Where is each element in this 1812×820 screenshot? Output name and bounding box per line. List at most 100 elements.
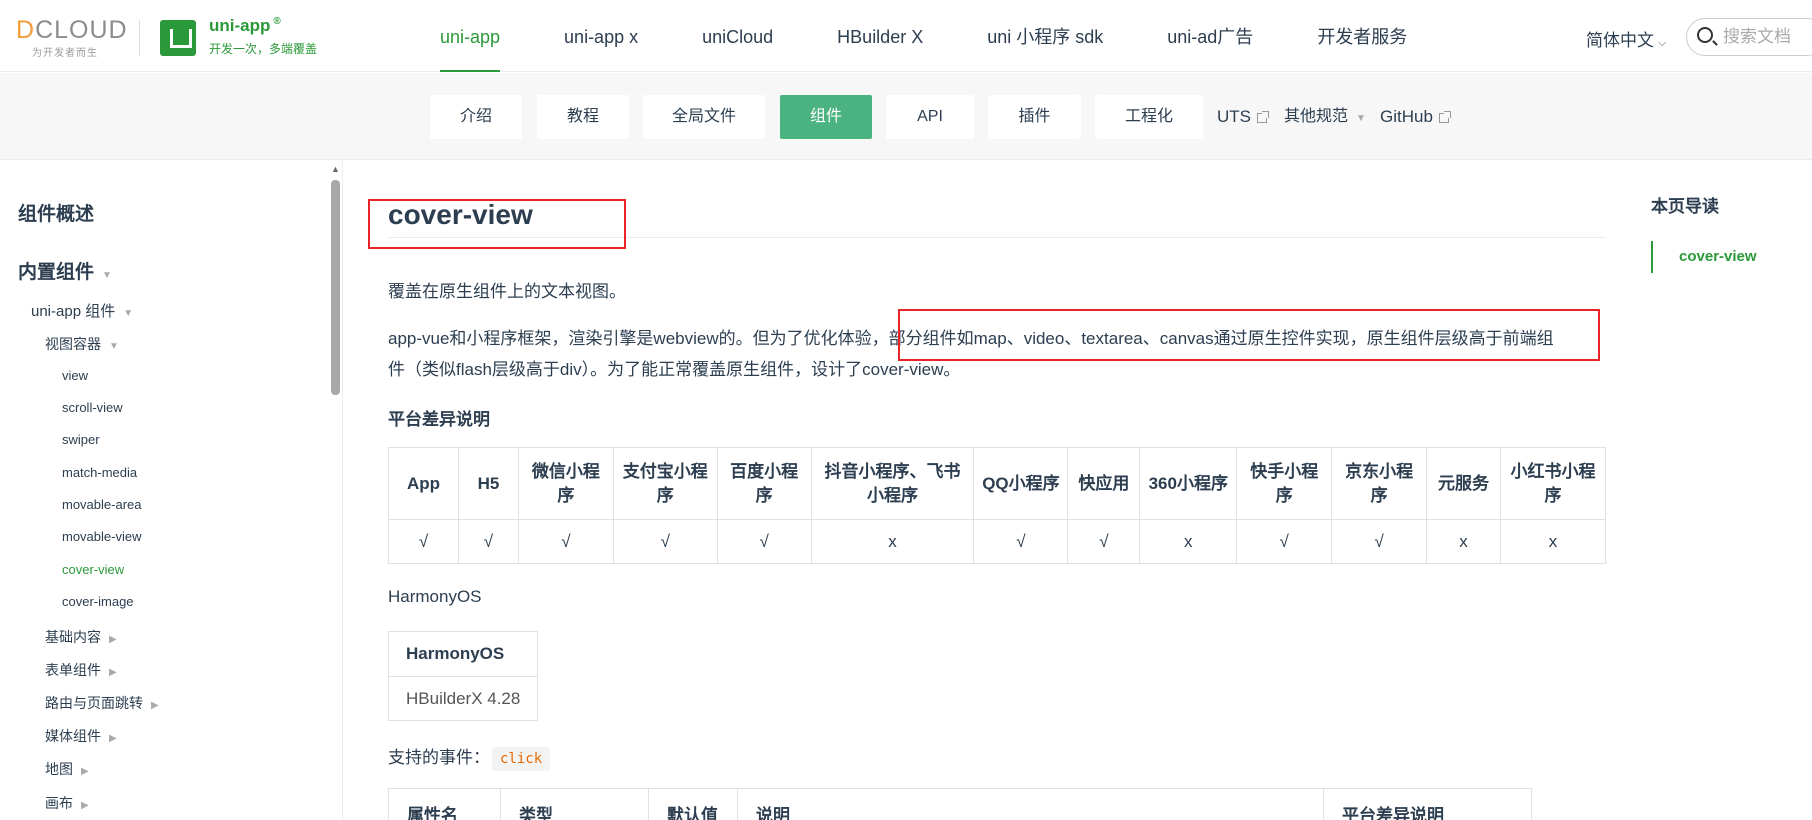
sidebar-group-media[interactable]: 媒体组件 ▶ [45, 726, 117, 746]
sidebar: 组件概述 内置组件 ▼ uni-app 组件 ▼ 视图容器 ▼ view scroll… [0, 161, 343, 820]
tab-plugins[interactable]: 插件 [988, 95, 1081, 139]
nav-hbuilderx[interactable]: HBuilder X [837, 0, 923, 72]
search-icon [1697, 27, 1713, 43]
sidebar-item-overview[interactable]: 组件概述 [18, 199, 94, 226]
table-header-cell: 平台差异说明 [1323, 788, 1532, 820]
table-cell: √ [517, 519, 614, 564]
nav-developer-services[interactable]: 开发者服务 [1317, 0, 1407, 72]
table-header-cell: 小红书小程序 [1500, 447, 1606, 520]
top-header: DCLOUD 为开发者而生 uni-app ® 开发一次，多端覆盖 uni-app… [0, 0, 1812, 72]
platform-support-table: App H5 微信小程序 支付宝小程序 百度小程序 抖音小程序、飞书小程序 QQ… [388, 447, 1606, 564]
search-box[interactable] [1686, 18, 1812, 56]
sidebar-item-view[interactable]: view [62, 368, 88, 383]
table-header-cell: H5 [457, 447, 519, 520]
sidebar-group-map[interactable]: 地图 ▶ [45, 759, 89, 779]
table-cell: √ [457, 519, 519, 564]
dropdown-other-specs[interactable]: 其他规范 ▼ [1284, 95, 1366, 139]
table-cell: √ [388, 519, 459, 564]
nav-unicloud[interactable]: uniCloud [702, 0, 773, 72]
supported-events: 支持的事件： click [388, 743, 551, 771]
table-cell: √ [1331, 519, 1428, 564]
uni-app-logo-icon[interactable] [160, 20, 196, 56]
dcloud-slogan: 为开发者而生 [32, 48, 98, 59]
table-cell: √ [612, 519, 718, 564]
scroll-up-arrow-icon[interactable]: ▲ [331, 164, 340, 174]
sidebar-item-cover-view[interactable]: cover-view [62, 562, 124, 577]
search-input[interactable] [1723, 26, 1812, 48]
table-header-cell: 属性名 [388, 788, 501, 820]
tab-intro[interactable]: 介绍 [430, 95, 522, 139]
sidebar-item-movable-view[interactable]: movable-view [62, 529, 141, 544]
toc-active-indicator [1651, 241, 1653, 273]
nav-uni-app-x[interactable]: uni-app x [564, 0, 638, 72]
table-cell: √ [716, 519, 812, 564]
sidebar-group-basic-content[interactable]: 基础内容 ▶ [45, 627, 117, 647]
external-link-icon [1438, 111, 1451, 123]
table-row: HBuilderX 4.28 [387, 676, 539, 721]
table-header-cell: HarmonyOS [387, 631, 539, 677]
table-header-cell: 360小程序 [1139, 447, 1238, 520]
link-github[interactable]: GitHub [1380, 95, 1451, 139]
table-cell: √ [1067, 519, 1141, 564]
sidebar-group-builtin[interactable]: 内置组件 ▼ [18, 257, 112, 284]
table-header-cell: 元服务 [1426, 447, 1501, 520]
sidebar-item-match-media[interactable]: match-media [62, 465, 137, 480]
product-title[interactable]: uni-app ® [209, 16, 281, 36]
table-row: √ √ √ √ √ x √ √ x √ √ x x [388, 519, 1606, 564]
table-cell: x [1139, 519, 1238, 564]
caret-down-icon: ▼ [1356, 113, 1366, 124]
sidebar-scrollbar[interactable] [331, 180, 340, 395]
caret-down-icon: ▼ [102, 270, 112, 281]
sidebar-item-movable-area[interactable]: movable-area [62, 497, 142, 512]
tab-global-files[interactable]: 全局文件 [643, 95, 765, 139]
nav-uni-ad[interactable]: uni-ad广告 [1167, 0, 1253, 72]
table-cell: √ [1236, 519, 1333, 564]
dcloud-logo[interactable]: DCLOUD 为开发者而生 [16, 14, 127, 59]
sub-nav: 介绍 教程 全局文件 组件 API 插件 工程化 UTS 其他规范 ▼ GitHu… [0, 73, 1812, 160]
sidebar-group-navigation[interactable]: 路由与页面跳转 ▶ [45, 693, 159, 713]
table-header-cell: 百度小程序 [716, 447, 812, 520]
tab-tutorial[interactable]: 教程 [537, 95, 629, 139]
table-cell: √ [973, 519, 1069, 564]
caret-right-icon: ▶ [109, 667, 117, 678]
main-nav: uni-app uni-app x uniCloud HBuilder X un… [440, 0, 1471, 72]
sidebar-item-swiper[interactable]: swiper [62, 432, 100, 447]
sidebar-group-view-container[interactable]: 视图容器 ▼ [45, 334, 119, 354]
caret-right-icon: ▶ [109, 733, 117, 744]
highlight-box-paragraph [898, 309, 1600, 361]
main-content: cover-view 覆盖在原生组件上的文本视图。 app-vue和小程序框架，… [387, 161, 1608, 820]
table-header-cell: 微信小程序 [517, 447, 614, 520]
sidebar-item-cover-image[interactable]: cover-image [62, 594, 134, 609]
table-cell: x [1426, 519, 1501, 564]
link-uts[interactable]: UTS [1217, 95, 1269, 139]
table-header-row: App H5 微信小程序 支付宝小程序 百度小程序 抖音小程序、飞书小程序 QQ… [388, 447, 1606, 520]
sidebar-group-uni-app[interactable]: uni-app 组件 ▼ [31, 300, 133, 321]
table-header-cell: 类型 [500, 788, 649, 820]
language-select[interactable]: 简体中文 ⌵ [1586, 26, 1666, 51]
harmony-label: HarmonyOS [388, 587, 482, 606]
sidebar-group-canvas[interactable]: 画布 ▶ [45, 793, 89, 813]
caret-right-icon: ▶ [151, 700, 159, 711]
sidebar-group-form[interactable]: 表单组件 ▶ [45, 660, 117, 680]
tab-components[interactable]: 组件 [780, 95, 872, 139]
table-header-cell: 快应用 [1067, 447, 1141, 520]
sidebar-item-scroll-view[interactable]: scroll-view [62, 400, 123, 415]
nav-uni-app[interactable]: uni-app [440, 0, 501, 72]
intro-text: 覆盖在原生组件上的文本视图。 [388, 282, 626, 301]
harmony-table: HarmonyOS HBuilderX 4.28 [387, 631, 539, 721]
tab-engineering[interactable]: 工程化 [1095, 95, 1203, 139]
table-header-cell: 京东小程序 [1331, 447, 1428, 520]
caret-right-icon: ▶ [81, 800, 89, 811]
nav-mini-program-sdk[interactable]: uni 小程序 sdk [987, 0, 1103, 72]
toc-item-cover-view[interactable]: cover-view [1679, 248, 1757, 265]
platform-heading: 平台差异说明 [388, 410, 490, 429]
table-cell: x [1500, 519, 1606, 564]
event-code-click: click [492, 747, 551, 771]
table-header-cell: 默认值 [648, 788, 738, 820]
caret-right-icon: ▶ [81, 766, 89, 777]
table-cell: x [810, 519, 975, 564]
tab-api[interactable]: API [886, 95, 974, 139]
table-cell: HBuilderX 4.28 [387, 676, 539, 721]
caret-down-icon: ▼ [109, 341, 119, 352]
toc-title: 本页导读 [1651, 197, 1719, 216]
